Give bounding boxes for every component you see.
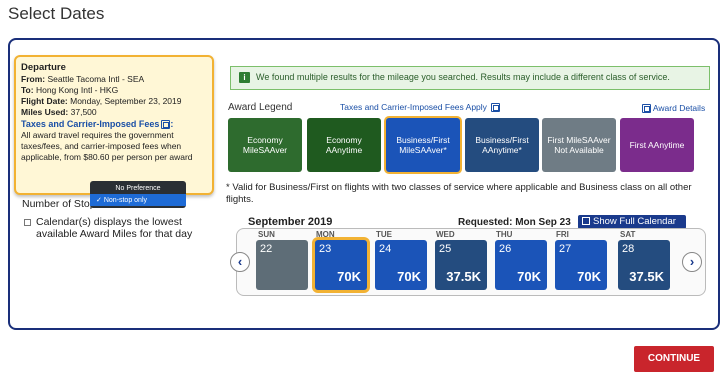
popup-icon [491, 103, 501, 113]
day-miles: 37.5K [446, 269, 481, 284]
dow-label: SUN [258, 230, 275, 239]
info-icon: i [239, 72, 250, 83]
popup-icon [161, 120, 171, 130]
continue-button[interactable]: CONTINUE [634, 346, 714, 372]
departure-box: Departure From: Seattle Tacoma Intl - SE… [14, 55, 214, 195]
legend-first-aanytime: First AAnytime [620, 118, 694, 172]
requested-date: Requested: Mon Sep 23 [458, 217, 571, 228]
calendar-day[interactable]: 24 70K [375, 240, 427, 290]
to-row: To: Hong Kong Intl - HKG [21, 85, 119, 95]
stops-dropdown[interactable]: No Preference ✓ Non-stop only [90, 181, 186, 208]
legend-economy-aanytime: Economy AAnytime [307, 118, 381, 172]
show-full-calendar-button[interactable]: Show Full Calendar [578, 215, 686, 229]
results-notice: i We found multiple results for the milea… [230, 66, 710, 90]
chevron-right-icon[interactable]: › [682, 252, 702, 272]
calendar-day[interactable]: 25 37.5K [435, 240, 487, 290]
page-title: Select Dates [8, 4, 105, 23]
calendar-month: September 2019 [248, 216, 333, 228]
dow-label: FRI [556, 230, 569, 239]
day-number: 25 [439, 243, 452, 255]
calendar-day[interactable]: 22 [256, 240, 308, 290]
to-value: Hong Kong Intl - HKG [35, 85, 119, 95]
day-number: 27 [559, 243, 572, 255]
stops-label: Number of Stops [22, 198, 101, 210]
from-value: Seattle Tacoma Intl - SEA [47, 74, 145, 84]
miles-value: 37,500 [70, 107, 97, 117]
legend-economy-milesaaver: Economy MileSAAver [228, 118, 302, 172]
calendar-day-selected[interactable]: 23 70K [315, 240, 367, 290]
tax-text: All award travel requires the government… [21, 130, 193, 162]
date-row: Flight Date: Monday, September 23, 2019 [21, 96, 182, 106]
dow-label: SAT [620, 230, 636, 239]
day-number: 24 [379, 243, 392, 255]
legend-business-milesaaver: Business/First MileSAAver* [386, 118, 460, 172]
day-number: 26 [499, 243, 512, 255]
day-miles: 70K [397, 269, 421, 284]
calendar-icon [582, 217, 590, 226]
award-details-link[interactable]: Award Details [640, 103, 705, 114]
select-dates-panel: Departure From: Seattle Tacoma Intl - SE… [8, 38, 720, 330]
day-miles: 70K [577, 269, 601, 284]
departure-heading: Departure [21, 62, 66, 73]
dow-label: MON [316, 230, 335, 239]
dow-label: TUE [376, 230, 392, 239]
date-value: Monday, September 23, 2019 [70, 96, 182, 106]
tax-heading[interactable]: Taxes and Carrier-Imposed Fees: [21, 119, 207, 130]
dow-label: WED [436, 230, 455, 239]
footnote: * Valid for Business/First on flights wi… [226, 182, 692, 205]
legend-first-milesaaver: First MileSAAver Not Available [542, 118, 616, 172]
option-non-stop[interactable]: ✓ Non-stop only [90, 194, 186, 206]
calendar-day[interactable]: 27 70K [555, 240, 607, 290]
day-number: 23 [319, 243, 332, 255]
day-miles: 70K [337, 269, 361, 284]
legend-business-aanytime: Business/First AAnytime* [465, 118, 539, 172]
option-no-preference[interactable]: No Preference [90, 183, 186, 194]
miles-row: Miles Used: 37,500 [21, 107, 97, 117]
popup-icon [642, 104, 651, 114]
dow-label: THU [496, 230, 513, 239]
from-row: From: Seattle Tacoma Intl - SEA [21, 74, 145, 84]
day-number: 28 [622, 243, 635, 255]
calendar-note: Calendar(s) displays the lowest availabl… [24, 216, 204, 240]
day-number: 22 [260, 243, 273, 255]
day-miles: 37.5K [629, 269, 664, 284]
chevron-left-icon[interactable]: ‹ [230, 252, 250, 272]
award-legend-label: Award Legend [228, 102, 293, 113]
day-miles: 70K [517, 269, 541, 284]
taxes-fees-link[interactable]: Taxes and Carrier-Imposed Fees Apply [340, 102, 501, 113]
calendar-day[interactable]: 28 37.5K [618, 240, 670, 290]
calendar-day[interactable]: 26 70K [495, 240, 547, 290]
